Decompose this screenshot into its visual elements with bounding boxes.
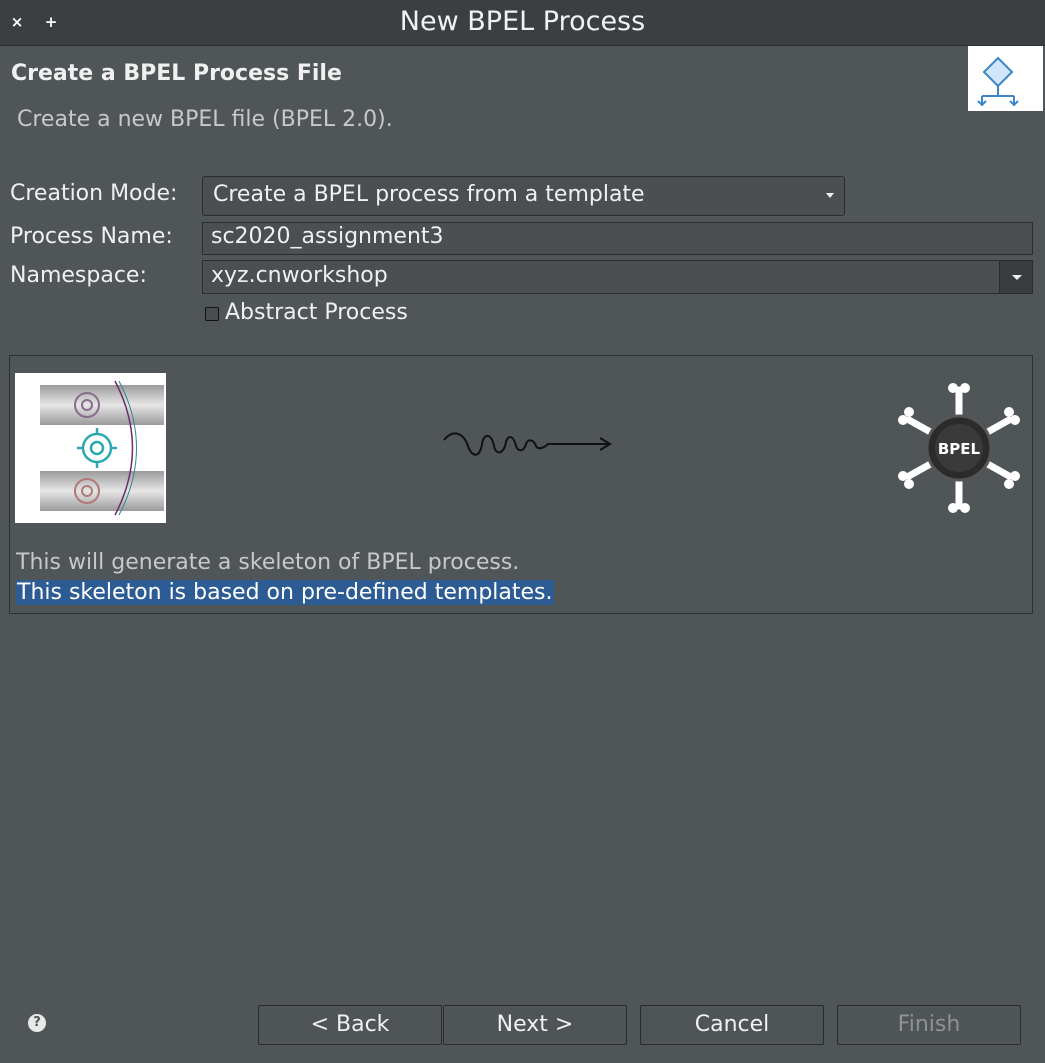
creation-mode-select[interactable]: Create a BPEL process from a template [202, 176, 845, 216]
preview-description-line1: This will generate a skeleton of BPEL pr… [16, 550, 520, 575]
finish-button[interactable]: Finish [837, 1005, 1021, 1045]
namespace-label: Namespace: [10, 263, 147, 288]
page-title: Create a BPEL Process File [11, 61, 342, 86]
creation-mode-label: Creation Mode: [10, 181, 178, 206]
chevron-down-icon [826, 193, 834, 198]
help-icon[interactable]: ? [28, 1014, 46, 1032]
process-name-input[interactable]: sc2020_assignment3 [202, 222, 1033, 255]
title-bar: × + New BPEL Process [0, 0, 1045, 46]
bpel-wizard-icon [968, 46, 1043, 111]
namespace-dropdown-button[interactable] [999, 261, 1032, 293]
creation-mode-value: Create a BPEL process from a template [213, 182, 645, 207]
namespace-value: xyz.cnworkshop [211, 263, 388, 288]
back-button[interactable]: < Back [258, 1005, 442, 1045]
page-description: Create a new BPEL file (BPEL 2.0). [17, 107, 393, 132]
chevron-down-icon [1012, 275, 1022, 280]
bpel-logo-text: BPEL [938, 440, 981, 458]
process-name-label: Process Name: [10, 224, 173, 249]
abstract-process-checkbox[interactable] [205, 307, 219, 321]
cancel-button[interactable]: Cancel [640, 1005, 824, 1045]
namespace-combo[interactable]: xyz.cnworkshop [202, 260, 1033, 294]
template-preview-group: BPEL This will generate a skeleton of BP… [9, 355, 1033, 614]
window-title: New BPEL Process [399, 6, 646, 37]
squiggle-arrow-icon [442, 426, 612, 466]
next-button[interactable]: Next > [443, 1005, 627, 1045]
template-gears-image [15, 373, 166, 523]
bpel-logo: BPEL [895, 380, 1023, 516]
abstract-process-label[interactable]: Abstract Process [225, 300, 408, 325]
preview-description-line2: This skeleton is based on pre-defined te… [16, 580, 554, 605]
